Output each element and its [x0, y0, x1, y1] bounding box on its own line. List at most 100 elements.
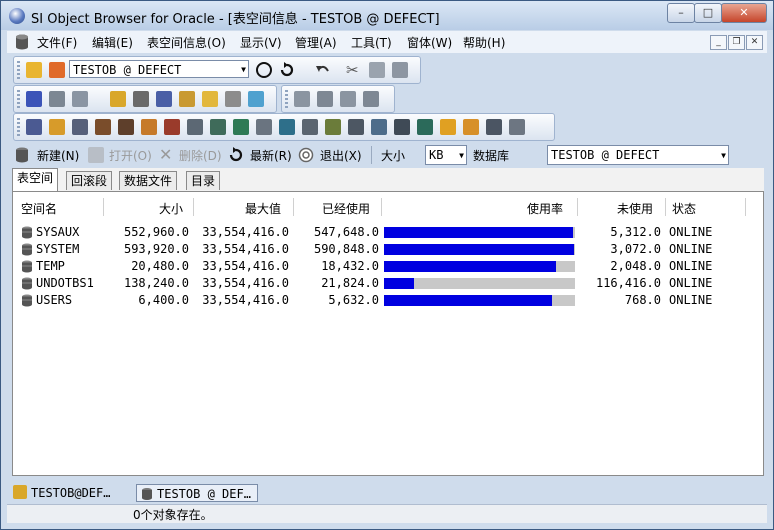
refresh-button[interactable]: 最新(R) — [250, 147, 292, 164]
col-name[interactable]: 空间名 — [21, 200, 57, 217]
cell-size: 138,240.0 — [123, 276, 189, 290]
menu-manage[interactable]: 管理(A) — [295, 34, 337, 51]
tab-directory[interactable]: 目录 — [186, 171, 221, 190]
table-icon[interactable] — [26, 119, 42, 135]
col-usage-rate[interactable]: 使用率 — [527, 200, 563, 217]
view-icon[interactable] — [72, 119, 88, 135]
package-body-icon[interactable] — [233, 119, 249, 135]
mdi-minimize-button[interactable]: _ — [710, 35, 727, 50]
toolbar-grip[interactable] — [17, 118, 20, 136]
menu-tools[interactable]: 工具(T) — [351, 34, 392, 51]
task-tablespace-window[interactable]: TESTOB @ DEF… — [136, 484, 258, 502]
dblink-icon[interactable] — [348, 119, 364, 135]
query-icon[interactable] — [49, 91, 65, 107]
connection-select[interactable]: TESTOB @ DEFECT ▼ — [69, 60, 249, 78]
java-icon[interactable] — [325, 119, 341, 135]
tab-tablespace[interactable]: 表空间 — [12, 168, 59, 191]
open-button[interactable]: 打开(O) — [109, 147, 152, 164]
col-used[interactable]: 已经使用 — [322, 200, 370, 217]
storage-icon[interactable] — [202, 91, 218, 107]
synonym-icon[interactable] — [95, 119, 111, 135]
col-max[interactable]: 最大值 — [245, 200, 281, 217]
monitor-icon[interactable] — [72, 91, 88, 107]
objects-icon[interactable] — [225, 91, 241, 107]
stats-icon[interactable] — [248, 91, 264, 107]
lock-icon[interactable] — [179, 91, 195, 107]
table-row[interactable]: SYSTEM 593,920.0 33,554,416.0 590,848.0 3,07… — [13, 241, 763, 258]
menu-tablespace-info[interactable]: 表空间信息(O) — [147, 34, 226, 51]
copy-icon[interactable] — [369, 62, 385, 78]
index-icon[interactable] — [49, 119, 65, 135]
cut-icon[interactable]: ✂ — [346, 62, 362, 78]
menu-help[interactable]: 帮助(H) — [463, 34, 505, 51]
queue-icon[interactable] — [417, 119, 433, 135]
task-connection[interactable]: TESTOB@DEF… — [31, 484, 110, 502]
menu-bar: 文件(F) 编辑(E) 表空间信息(O) 显示(V) 管理(A) 工具(T) 窗… — [7, 31, 767, 53]
paste-icon[interactable] — [392, 62, 408, 78]
size-label: 大小 — [381, 149, 406, 163]
sequence-icon[interactable] — [118, 119, 134, 135]
database-icon — [16, 34, 28, 50]
unit-select[interactable]: KB ▼ — [425, 145, 467, 165]
toolbar-grip[interactable] — [17, 61, 20, 79]
exit-button[interactable]: 退出(X) — [320, 147, 362, 164]
connect-icon[interactable] — [26, 62, 42, 78]
profile-icon[interactable] — [509, 119, 525, 135]
cell-status: ONLINE — [669, 242, 713, 256]
menu-file[interactable]: 文件(F) — [37, 34, 77, 51]
export-icon[interactable] — [363, 91, 379, 107]
cell-used: 5,632.0 — [328, 293, 379, 307]
refresh-icon — [229, 147, 243, 162]
procedure-icon[interactable] — [187, 119, 203, 135]
toolbar-grip[interactable] — [285, 90, 288, 108]
tab-data-files[interactable]: 数据文件 — [119, 171, 178, 190]
type-body-icon[interactable] — [302, 119, 318, 135]
col-free[interactable]: 未使用 — [617, 200, 653, 217]
function-icon[interactable] — [164, 119, 180, 135]
table-row[interactable]: TEMP 20,480.0 33,554,416.0 18,432.0 2,048.0 O… — [13, 258, 763, 275]
table-row[interactable]: USERS 6,400.0 33,554,416.0 5,632.0 768.0 ONLI… — [13, 292, 763, 309]
col-size[interactable]: 大小 — [159, 200, 183, 217]
library-icon[interactable] — [371, 119, 387, 135]
compile-icon[interactable] — [340, 91, 356, 107]
mdi-restore-button[interactable]: ❐ — [728, 35, 745, 50]
menu-edit[interactable]: 编辑(E) — [92, 34, 133, 51]
maximize-button[interactable]: □ — [694, 3, 722, 23]
job-icon[interactable] — [440, 119, 456, 135]
database-select[interactable]: TESTOB @ DEFECT ▼ — [547, 145, 729, 165]
disconnect-icon[interactable] — [49, 62, 65, 78]
undo-icon[interactable] — [314, 61, 332, 79]
commit-circle-icon[interactable] — [255, 61, 273, 79]
format-icon[interactable] — [317, 91, 333, 107]
package-icon[interactable] — [210, 119, 226, 135]
usage-bar — [384, 244, 575, 255]
task-tablespace-label: TESTOB @ DEF… — [157, 487, 251, 501]
recyclebin-icon[interactable] — [463, 119, 479, 135]
mview-icon[interactable] — [486, 119, 502, 135]
table-row[interactable]: UNDOTBS1 138,240.0 33,554,416.0 21,824.0 116… — [13, 275, 763, 292]
user-icon[interactable] — [110, 91, 126, 107]
close-button[interactable]: ✕ — [721, 3, 767, 23]
tab-rollback-segment[interactable]: 回滚段 — [66, 171, 113, 190]
trigger-icon[interactable] — [256, 119, 272, 135]
col-status[interactable]: 状态 — [672, 200, 696, 217]
rollback-icon[interactable] — [278, 61, 296, 79]
type-icon[interactable] — [279, 119, 295, 135]
sql-icon[interactable] — [26, 91, 42, 107]
menu-view[interactable]: 显示(V) — [240, 34, 282, 51]
cell-free: 5,312.0 — [610, 225, 661, 239]
database-icon[interactable] — [133, 91, 149, 107]
minimize-button[interactable]: – — [667, 3, 695, 23]
toolbar-grip[interactable] — [17, 90, 20, 108]
menu-window[interactable]: 窗体(W) — [407, 34, 452, 51]
indent-icon[interactable] — [294, 91, 310, 107]
directory-icon[interactable] — [394, 119, 410, 135]
new-button[interactable]: 新建(N) — [37, 147, 79, 164]
mdi-close-button[interactable]: ✕ — [746, 35, 763, 50]
toolbar-objects — [13, 113, 555, 141]
cluster-icon[interactable] — [141, 119, 157, 135]
delete-button[interactable]: 删除(D) — [179, 147, 222, 164]
session-icon[interactable] — [156, 91, 172, 107]
table-row[interactable]: SYSAUX 552,960.0 33,554,416.0 547,648.0 5,31… — [13, 224, 763, 241]
cell-used: 21,824.0 — [321, 276, 379, 290]
